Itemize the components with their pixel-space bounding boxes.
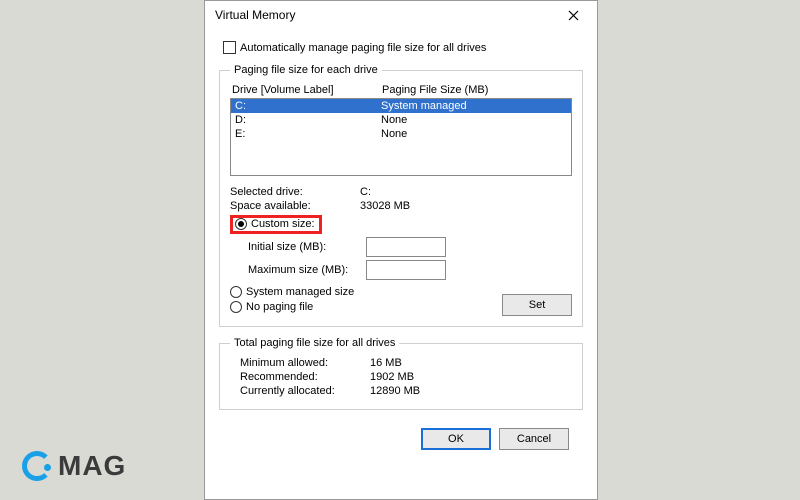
custom-size-highlight: Custom size: xyxy=(230,215,322,234)
current-alloc-value: 12890 MB xyxy=(370,385,420,397)
watermark-logo: MAG xyxy=(22,450,126,482)
group-each-legend: Paging file size for each drive xyxy=(230,64,382,76)
min-allowed-value: 16 MB xyxy=(370,357,402,369)
logo-text: MAG xyxy=(58,450,126,482)
close-icon xyxy=(568,10,579,21)
auto-manage-checkbox[interactable] xyxy=(223,41,236,54)
custom-size-radio[interactable] xyxy=(235,218,247,230)
recommended-label: Recommended: xyxy=(240,371,370,383)
dialog-body: Automatically manage paging file size fo… xyxy=(205,29,597,460)
maximum-size-input[interactable] xyxy=(366,260,446,280)
space-available-row: Space available: 33028 MB xyxy=(230,200,572,212)
window-title: Virtual Memory xyxy=(215,8,295,22)
auto-manage-row[interactable]: Automatically manage paging file size fo… xyxy=(223,41,583,54)
drive-list-header: Drive [Volume Label] Paging File Size (M… xyxy=(232,84,572,96)
drive-listbox[interactable]: C: System managed D: None E: None xyxy=(230,98,572,176)
col-size: Paging File Size (MB) xyxy=(382,84,488,96)
maximum-size-label: Maximum size (MB): xyxy=(248,264,366,276)
list-item[interactable]: C: System managed xyxy=(231,99,571,113)
titlebar: Virtual Memory xyxy=(205,1,597,29)
no-paging-radio[interactable] xyxy=(230,301,242,313)
ok-button[interactable]: OK xyxy=(421,428,491,450)
auto-manage-label: Automatically manage paging file size fo… xyxy=(240,42,486,54)
group-total-legend: Total paging file size for all drives xyxy=(230,337,399,349)
list-item[interactable]: E: None xyxy=(231,127,571,141)
logo-icon xyxy=(22,451,52,481)
current-alloc-label: Currently allocated: xyxy=(240,385,370,397)
min-allowed-label: Minimum allowed: xyxy=(240,357,370,369)
custom-size-radio-row[interactable]: Custom size: xyxy=(230,215,572,234)
initial-size-input[interactable] xyxy=(366,237,446,257)
group-each-drive: Paging file size for each drive Drive [V… xyxy=(219,64,583,327)
dialog-footer: OK Cancel xyxy=(219,420,583,450)
list-item[interactable]: D: None xyxy=(231,113,571,127)
selected-drive-row: Selected drive: C: xyxy=(230,186,572,198)
initial-size-label: Initial size (MB): xyxy=(248,241,366,253)
recommended-value: 1902 MB xyxy=(370,371,414,383)
group-total: Total paging file size for all drives Mi… xyxy=(219,337,583,410)
virtual-memory-dialog: Virtual Memory Automatically manage pagi… xyxy=(204,0,598,500)
set-button[interactable]: Set xyxy=(502,294,572,316)
system-managed-radio[interactable] xyxy=(230,286,242,298)
cancel-button[interactable]: Cancel xyxy=(499,428,569,450)
close-button[interactable] xyxy=(555,3,591,27)
col-drive: Drive [Volume Label] xyxy=(232,84,382,96)
custom-size-inputs: Initial size (MB): Maximum size (MB): xyxy=(248,237,572,280)
